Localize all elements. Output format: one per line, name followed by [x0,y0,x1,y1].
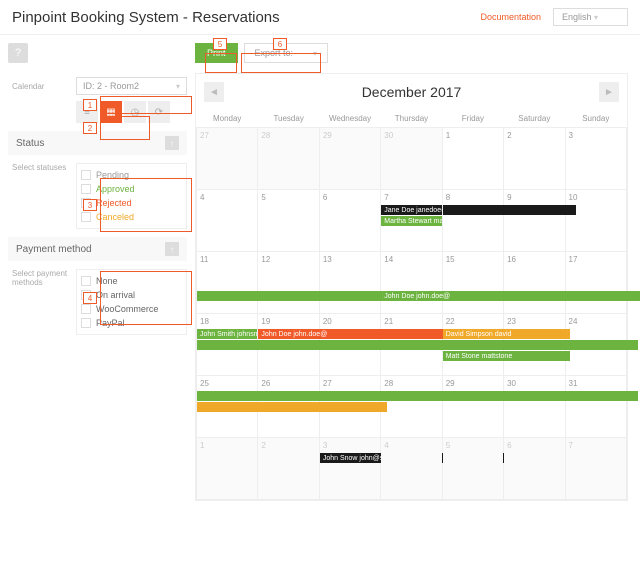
day-cell[interactable]: 22 David Simpson david Matt Stone mattst… [442,314,503,376]
day-cell[interactable]: 7 Jane Doe janedoe@c Martha Stewart mart [381,190,442,252]
payment-header: Payment method ↑ [8,237,187,261]
callout-num-5: 5 [213,38,227,50]
day-cell[interactable]: 25 [197,376,258,438]
calendar-title: December 2017 [362,84,462,100]
day-cell[interactable]: 4 [197,190,258,252]
calendar: ◄ December 2017 ► Monday Tuesday Wednesd… [195,73,628,501]
day-cell[interactable]: 15 [442,252,503,314]
day-cell[interactable]: 30 [504,376,565,438]
day-cell[interactable]: 14 John Doe john.doe@ [381,252,442,314]
day-cell[interactable]: 2 [504,128,565,190]
calendar-select[interactable]: ID: 2 - Room2▾ [76,77,187,95]
day-cell[interactable]: 21 [381,314,442,376]
day-cell[interactable]: 3 [565,128,626,190]
day-cell[interactable]: 24 [565,314,626,376]
payment-woo[interactable]: WooCommerce [81,302,182,316]
day-cell[interactable]: 12 [258,252,319,314]
callout-num-4: 4 [83,292,97,304]
day-cell[interactable]: 9 [504,190,565,252]
payment-label: Select payment methods [8,269,76,287]
day-cell[interactable]: 23 [504,314,565,376]
day-cell[interactable]: 1 [197,438,258,500]
day-cell[interactable]: 28 [258,128,319,190]
prev-month-icon[interactable]: ◄ [204,82,224,102]
help-icon[interactable]: ? [8,43,28,63]
day-cell[interactable]: 18 John Smith johnsmith [197,314,258,376]
day-cell[interactable]: 6 [319,190,380,252]
status-list: Pending Approved Rejected Canceled [76,163,187,229]
day-cell[interactable]: 29 [442,376,503,438]
day-cell[interactable]: 17 [565,252,626,314]
collapse-icon[interactable]: ↑ [165,242,179,256]
calendar-label: Calendar [8,82,76,91]
day-cell[interactable]: 27 [319,376,380,438]
day-cell[interactable]: 31 [565,376,626,438]
event[interactable]: Jane Doe janedoe@c [381,205,441,215]
callout-num-6: 6 [273,38,287,50]
status-pending[interactable]: Pending [81,168,182,182]
documentation-link[interactable]: Documentation [480,12,541,22]
next-month-icon[interactable]: ► [599,82,619,102]
day-cell[interactable]: 30 [381,128,442,190]
day-cell[interactable]: 1 [442,128,503,190]
view-filter-icon[interactable]: ◷ [124,101,146,123]
page-title: Pinpoint Booking System - Reservations [12,9,480,26]
day-cell[interactable]: 11 [197,252,258,314]
day-cell[interactable]: 6 [504,438,565,500]
day-cell[interactable]: 19 John Doe john.doe@ [258,314,319,376]
day-cell[interactable]: 26 [258,376,319,438]
day-cell[interactable]: 13 [319,252,380,314]
day-cell[interactable]: 2 [258,438,319,500]
day-cell[interactable]: 28 [381,376,442,438]
day-cell[interactable]: 27 [197,128,258,190]
day-cell[interactable]: 29 [319,128,380,190]
day-cell[interactable]: 7 [565,438,626,500]
callout-num-3: 3 [83,199,97,211]
status-canceled[interactable]: Canceled [81,210,182,224]
event[interactable]: John Smith johnsmith [197,329,257,339]
status-header: Status ↑ [8,131,187,155]
callout-num-2: 2 [83,122,97,134]
payment-none[interactable]: None [81,274,182,288]
event[interactable]: Martha Stewart mart [381,216,441,226]
day-cell[interactable]: 5 [258,190,319,252]
status-approved[interactable]: Approved [81,182,182,196]
day-cell[interactable]: 8 [442,190,503,252]
day-cell[interactable]: 3 John Snow john@star [319,438,380,500]
view-calendar-icon[interactable]: ▦ [100,101,122,123]
day-cell[interactable]: 4 [381,438,442,500]
day-cell[interactable]: 10 [565,190,626,252]
day-cell[interactable]: 5 [442,438,503,500]
day-cell[interactable]: 16 [504,252,565,314]
callout-num-1: 1 [83,99,97,111]
day-cell[interactable]: 20 [319,314,380,376]
collapse-icon[interactable]: ↑ [165,136,179,150]
calendar-grid: Monday Tuesday Wednesday Thursday Friday… [196,110,627,500]
status-label: Select statuses [8,163,76,172]
payment-paypal[interactable]: PayPal [81,316,182,330]
language-select[interactable]: English ▾ [553,8,628,26]
view-sync-icon[interactable]: ⟳ [148,101,170,123]
